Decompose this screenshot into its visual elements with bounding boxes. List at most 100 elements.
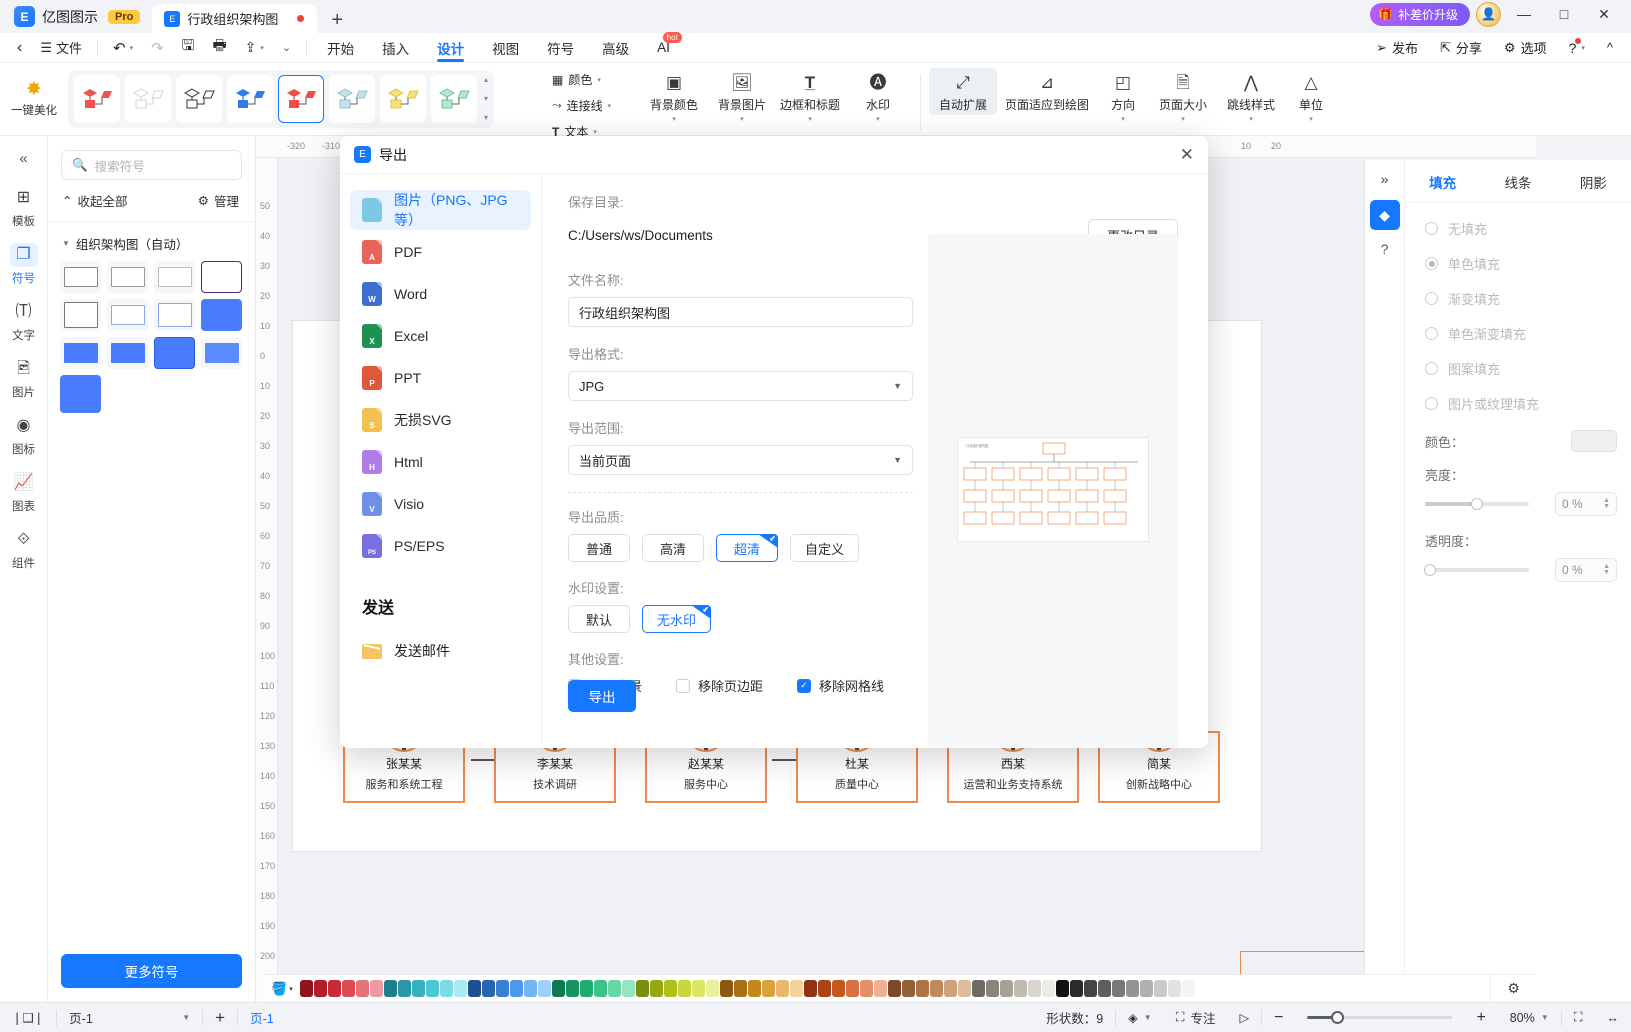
- color-swatch[interactable]: [733, 980, 747, 997]
- color-swatch[interactable]: [1069, 980, 1083, 997]
- style-card[interactable]: [176, 75, 222, 123]
- symbol-item[interactable]: [201, 337, 242, 369]
- color-swatch[interactable]: [1167, 980, 1181, 997]
- tab-start[interactable]: 开始: [313, 33, 368, 63]
- quality-option-uhd[interactable]: 超清 ✓: [716, 534, 778, 562]
- color-swatch[interactable]: [607, 980, 621, 997]
- collapse-left-panel-button[interactable]: «: [19, 142, 27, 177]
- symbol-item[interactable]: [154, 299, 195, 331]
- slider-knob[interactable]: [1424, 564, 1436, 576]
- stepper-arrows[interactable]: ▲ ▼: [1603, 497, 1610, 510]
- focus-mode-button[interactable]: ⛶ 专注: [1164, 1003, 1228, 1032]
- color-swatch[interactable]: [999, 980, 1013, 997]
- fill-option-mono-gradient[interactable]: 单色渐变填充: [1405, 316, 1631, 351]
- style-card[interactable]: [125, 75, 171, 123]
- close-button[interactable]: ✕: [1587, 1, 1621, 27]
- fill-option-image-texture[interactable]: 图片或纹理填充: [1405, 386, 1631, 421]
- zoom-value-dropdown[interactable]: 80% ▼: [1498, 1003, 1561, 1032]
- collapse-all-button[interactable]: ⌃ 收起全部: [62, 191, 128, 210]
- color-swatch[interactable]: [453, 980, 467, 997]
- share-button[interactable]: ⇱ 分享: [1430, 33, 1492, 63]
- color-swatch[interactable]: [915, 980, 929, 997]
- color-swatch[interactable]: [1111, 980, 1125, 997]
- tab-insert[interactable]: 插入: [368, 33, 423, 63]
- opacity-slider[interactable]: [1424, 564, 1529, 576]
- color-swatch[interactable]: [971, 980, 985, 997]
- layers-button[interactable]: ◈ ▼: [1116, 1003, 1164, 1032]
- fill-bucket-icon[interactable]: ◆: [1369, 200, 1400, 230]
- color-swatch[interactable]: [817, 980, 831, 997]
- color-swatch[interactable]: [635, 980, 649, 997]
- color-swatch[interactable]: [873, 980, 887, 997]
- more-symbols-button[interactable]: 更多符号: [61, 954, 242, 988]
- tab-ai[interactable]: AI hot: [643, 31, 684, 63]
- color-swatch[interactable]: [551, 980, 565, 997]
- style-card[interactable]: [227, 75, 273, 123]
- unit-button[interactable]: △ 单位 ▾: [1285, 68, 1337, 124]
- collapse-right-panel-button[interactable]: »: [1381, 166, 1389, 196]
- sidebar-item-icons[interactable]: ◉ 图标: [2, 407, 46, 462]
- border-title-button[interactable]: T̲ 边框和标题 ▾: [776, 68, 844, 124]
- color-swatch[interactable]: [901, 980, 915, 997]
- color-swatch[interactable]: [761, 980, 775, 997]
- color-swatch[interactable]: [663, 980, 677, 997]
- style-card[interactable]: [431, 75, 477, 123]
- gallery-scroll-arrows[interactable]: ▴ ▾ ▾: [484, 75, 488, 123]
- color-swatch[interactable]: [341, 980, 355, 997]
- ribbon-color-menu[interactable]: ▦ 颜色 ▾: [552, 71, 611, 88]
- jumpline-button[interactable]: ⋀ 跳线样式 ▾: [1217, 68, 1285, 124]
- checkbox-remove-gridlines[interactable]: ✓ 移除网格线: [797, 676, 884, 695]
- color-swatch[interactable]: [1041, 980, 1055, 997]
- color-swatch[interactable]: [1027, 980, 1041, 997]
- color-swatch[interactable]: [929, 980, 943, 997]
- fill-option-gradient[interactable]: 渐变填充: [1405, 281, 1631, 316]
- color-swatch[interactable]: [1097, 980, 1111, 997]
- format-item-pdf[interactable]: A PDF: [350, 232, 531, 272]
- zoom-knob[interactable]: [1331, 1011, 1345, 1024]
- back-button[interactable]: ‹: [8, 33, 31, 63]
- range-select[interactable]: 当前页面 ▼: [568, 445, 913, 475]
- zoom-track[interactable]: [1307, 1011, 1453, 1024]
- publish-button[interactable]: ➢ 发布: [1366, 33, 1428, 63]
- format-select[interactable]: JPG ▼: [568, 371, 913, 401]
- brightness-stepper[interactable]: 0 % ▲ ▼: [1555, 492, 1617, 516]
- color-swatch[interactable]: [537, 980, 551, 997]
- color-swatch[interactable]: [495, 980, 509, 997]
- color-swatch[interactable]: [383, 980, 397, 997]
- zoom-out-button[interactable]: −: [1262, 1003, 1295, 1032]
- symbol-item[interactable]: [201, 299, 242, 331]
- format-item-word[interactable]: W Word: [350, 274, 531, 314]
- color-swatch[interactable]: [1153, 980, 1167, 997]
- upgrade-button[interactable]: 🎁 补差价升级: [1370, 2, 1470, 26]
- brightness-slider[interactable]: [1425, 498, 1529, 510]
- symbol-item[interactable]: [60, 261, 101, 293]
- filename-input[interactable]: 行政组织架构图: [568, 297, 913, 327]
- page-size-button[interactable]: 🗎 页面大小 ▾: [1149, 68, 1217, 124]
- options-button[interactable]: ⚙ 选项: [1494, 33, 1557, 63]
- color-swatch[interactable]: [397, 980, 411, 997]
- tab-view[interactable]: 视图: [478, 33, 533, 63]
- help-circle-icon[interactable]: ?: [1370, 234, 1400, 264]
- symbol-item[interactable]: [154, 261, 195, 293]
- manage-symbols-button[interactable]: ⚙ 管理: [198, 191, 239, 210]
- collapse-ribbon-button[interactable]: ^: [1597, 33, 1623, 63]
- opacity-stepper[interactable]: 0 % ▲ ▼: [1555, 558, 1617, 582]
- color-swatch[interactable]: [719, 980, 733, 997]
- fill-option-none[interactable]: 无填充: [1405, 211, 1631, 246]
- color-swatch[interactable]: [691, 980, 705, 997]
- sidebar-item-text[interactable]: 🄣 文字: [2, 293, 46, 348]
- color-swatch[interactable]: [1181, 980, 1195, 997]
- auto-expand-button[interactable]: ⤢ 自动扩展: [929, 68, 997, 115]
- bg-color-button[interactable]: ▣ 背景颜色 ▾: [640, 68, 708, 124]
- format-item-ppt[interactable]: P PPT: [350, 358, 531, 398]
- one-click-beautify-button[interactable]: ✸ 一键美化: [4, 67, 64, 131]
- page-selector[interactable]: 页-1 ▼: [57, 1003, 202, 1032]
- stepper-arrows[interactable]: ▲ ▼: [1603, 563, 1610, 576]
- save-button[interactable]: 🖫: [173, 33, 204, 63]
- tab-shadow[interactable]: 阴影: [1556, 160, 1631, 202]
- color-swatch[interactable]: [705, 980, 719, 997]
- maximize-button[interactable]: □: [1547, 1, 1581, 27]
- color-swatch[interactable]: [313, 980, 327, 997]
- format-item-html[interactable]: H Html: [350, 442, 531, 482]
- sidebar-item-chart[interactable]: 📈 图表: [2, 464, 46, 519]
